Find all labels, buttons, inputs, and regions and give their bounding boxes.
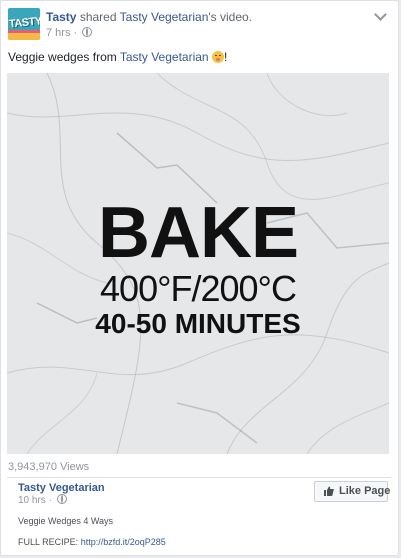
video-player[interactable]: BAKE 400°F/200°C 40-50 MINUTES	[7, 73, 389, 454]
video-temperature: 400°F/200°C	[100, 268, 297, 309]
divider	[7, 477, 391, 478]
post-timestamp[interactable]: 7 hrs	[46, 27, 70, 39]
shared-page-link[interactable]: Tasty Vegetarian	[120, 10, 209, 24]
caption-prefix: Veggie wedges from	[8, 50, 120, 64]
video-duration: 40-50 MINUTES	[95, 308, 301, 339]
recipe-link[interactable]: http://bzfd.it/2oqP285	[81, 537, 166, 547]
like-page-label: Like Page	[339, 485, 391, 497]
tasty-logo-text: TASTY	[8, 15, 40, 31]
attribution-page-link[interactable]: Tasty Vegetarian	[18, 482, 105, 494]
post-meta: 7 hrs ·	[46, 27, 93, 40]
chevron-down-icon[interactable]	[374, 8, 387, 21]
feed-post: TASTY Tasty shared Tasty Vegetarian's vi…	[0, 0, 399, 556]
like-page-button[interactable]: Like Page	[314, 481, 391, 502]
recipe-label: FULL RECIPE:	[18, 537, 81, 547]
tasty-avatar[interactable]: TASTY	[8, 8, 40, 40]
video-description: Veggie Wedges 4 Ways	[18, 516, 114, 526]
grinning-emoji-icon	[211, 51, 224, 63]
recipe-line: FULL RECIPE: http://bzfd.it/2oqP285	[18, 537, 166, 547]
video-bake-title: BAKE	[97, 193, 299, 273]
shared-suffix: 's video.	[208, 10, 253, 24]
attribution-separator: ·	[48, 495, 52, 506]
shared-text: shared	[79, 10, 117, 24]
meta-separator: ·	[73, 27, 78, 39]
attribution-timestamp[interactable]: 10 hrs	[18, 495, 46, 506]
view-count: 3,943,970 Views	[8, 461, 90, 473]
post-header: Tasty shared Tasty Vegetarian's video.	[46, 10, 252, 25]
caption-suffix: !	[223, 50, 228, 64]
thumbs-up-icon	[324, 486, 334, 496]
globe-icon[interactable]	[82, 27, 93, 37]
author-link[interactable]: Tasty	[46, 10, 76, 24]
attribution-meta: 10 hrs ·	[18, 494, 67, 506]
globe-icon[interactable]	[56, 494, 67, 504]
caption-page-link[interactable]: Tasty Vegetarian	[120, 50, 209, 64]
post-caption: Veggie wedges from Tasty Vegetarian !	[8, 50, 227, 65]
